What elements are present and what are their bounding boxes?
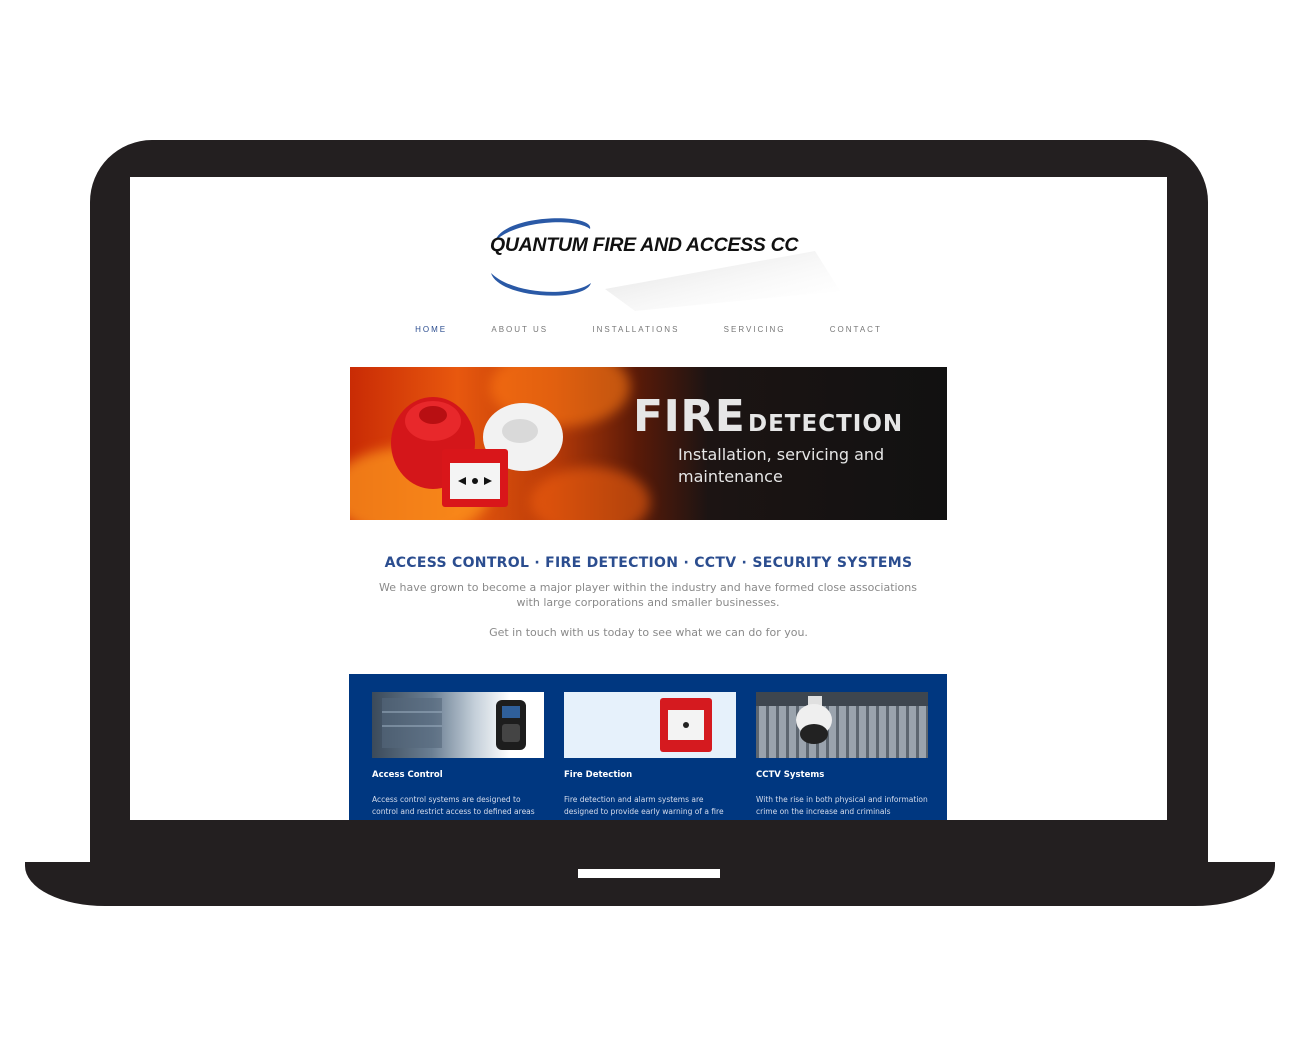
service-card-cctv[interactable]: CCTV Systems With the rise in both physi…: [756, 692, 928, 820]
service-card-access-control[interactable]: Access Control Access control systems ar…: [372, 692, 544, 820]
main-nav: HOME ABOUT US INSTALLATIONS SERVICING CO…: [130, 325, 1167, 334]
service-card-fire-detection[interactable]: Fire Detection Fire detection and alarm …: [564, 692, 736, 820]
banner-subtitle: Installation, servicing and maintenance: [678, 445, 885, 486]
services-panel: Access Control Access control systems ar…: [349, 674, 947, 820]
nav-home[interactable]: HOME: [415, 325, 447, 334]
hero-banner: FIRE DETECTION Installation, servicing a…: [350, 367, 947, 520]
laptop-trackpad-notch: [578, 869, 720, 878]
logo-swoosh-icon: [491, 218, 840, 311]
service-title: Access Control: [372, 770, 443, 780]
dome-camera-icon: [756, 692, 928, 744]
fire-alarm-devices-icon: [391, 397, 563, 507]
cctv-image: [756, 692, 928, 758]
service-text: Access control systems are designed to c…: [372, 795, 535, 820]
call-point-icon: [660, 698, 712, 752]
logo-text[interactable]: QUANTUM FIRE AND ACCESS CC: [490, 234, 850, 257]
nav-about-us[interactable]: ABOUT US: [491, 325, 548, 334]
nav-servicing[interactable]: SERVICING: [724, 325, 786, 334]
card-reader-icon: [382, 698, 526, 750]
service-text: Fire detection and alarm systems are des…: [564, 795, 724, 820]
nav-installations[interactable]: INSTALLATIONS: [592, 325, 679, 334]
intro-cta: Get in touch with us today to see what w…: [489, 626, 808, 639]
intro-description: We have grown to become a major player w…: [378, 581, 917, 609]
services-tagline: ACCESS CONTROL · FIRE DETECTION · CCTV ·…: [384, 555, 913, 571]
laptop-screen: QUANTUM FIRE AND ACCESS CC HOME ABOUT US…: [130, 177, 1167, 820]
nav-contact[interactable]: CONTACT: [830, 325, 882, 334]
service-title: Fire Detection: [564, 770, 633, 780]
banner-title: FIRE: [633, 391, 746, 442]
fire-detection-image: [564, 692, 736, 758]
service-title: CCTV Systems: [756, 770, 825, 780]
service-text: With the rise in both physical and infor…: [756, 795, 928, 820]
access-control-image: [372, 692, 544, 758]
banner-title-small: DETECTION: [748, 411, 904, 437]
